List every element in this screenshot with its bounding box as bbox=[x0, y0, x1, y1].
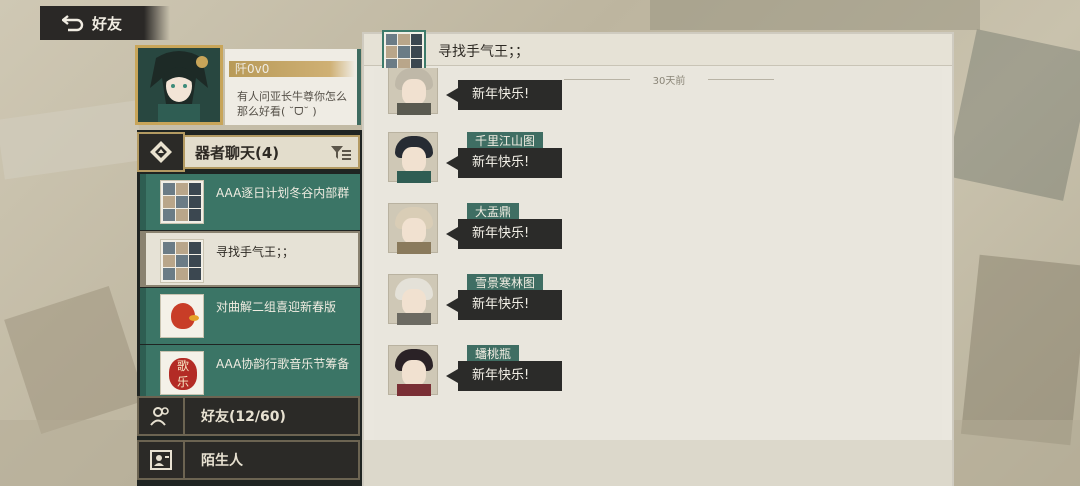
group-avatar bbox=[160, 239, 204, 283]
list-item[interactable]: 寻找手气王；； bbox=[140, 231, 360, 287]
strangers-nav-button[interactable]: 陌生人 bbox=[137, 440, 360, 480]
background-decoration bbox=[650, 0, 980, 30]
message-bubble: 新年快乐! bbox=[446, 361, 562, 391]
message-list[interactable]: 30天前 新年快乐! 千里江山图 新年快乐! 大盂鼎 新年快乐! 雪景寒林图 新… bbox=[374, 68, 942, 440]
background-decoration bbox=[0, 100, 144, 180]
message-bubble: 新年快乐! bbox=[446, 290, 562, 320]
avatar[interactable] bbox=[388, 274, 438, 325]
chat-footer bbox=[364, 440, 952, 486]
stranger-card-icon bbox=[139, 442, 185, 478]
chat-message: 雪景寒林图 新年快乐! bbox=[388, 274, 688, 326]
profile-signature: 有人问亚长牛尊你怎么那么好看( ˘ᗜ˘ ) bbox=[237, 90, 347, 118]
category-label: 器者聊天(4) bbox=[195, 143, 280, 162]
back-arrow-icon bbox=[62, 15, 84, 32]
list-item[interactable]: AAA逐日计划冬谷内部群 bbox=[140, 174, 360, 230]
avatar[interactable] bbox=[135, 45, 223, 125]
friends-nav-button[interactable]: 好友(12/60) bbox=[137, 396, 360, 436]
chat-panel: 寻找手气王；； 30天前 新年快乐! 千里江山图 新年快乐! 大盂鼎 新年快乐!… bbox=[362, 30, 954, 486]
friends-label: 好友(12/60) bbox=[201, 409, 286, 425]
avatar[interactable] bbox=[388, 203, 438, 254]
list-item[interactable]: 歌 乐 AAA协韵行歌音乐节筹备 bbox=[140, 345, 360, 401]
list-item[interactable]: 对曲解二组喜迎新春版 bbox=[140, 288, 360, 344]
lantern-icon: 歌 乐 bbox=[160, 351, 204, 395]
profile-card[interactable]: 阡0v0 有人问亚长牛尊你怎么那么好看( ˘ᗜ˘ ) bbox=[135, 45, 361, 125]
filter-icon[interactable] bbox=[330, 144, 352, 162]
back-button[interactable]: 好友 bbox=[40, 6, 170, 40]
profile-info: 阡0v0 有人问亚长牛尊你怎么那么好看( ˘ᗜ˘ ) bbox=[225, 49, 361, 125]
background-decoration bbox=[4, 285, 146, 435]
lantern-text: 歌 乐 bbox=[169, 358, 197, 390]
message-bubble: 新年快乐! bbox=[446, 80, 562, 110]
category-title-box: 器者聊天(4) bbox=[185, 135, 360, 169]
group-name: AAA协韵行歌音乐节筹备 bbox=[216, 357, 350, 371]
background-decoration bbox=[945, 29, 1080, 201]
group-name: 对曲解二组喜迎新春版 bbox=[216, 300, 337, 314]
category-chat-header[interactable]: 器者聊天(4) bbox=[137, 132, 360, 172]
group-name: 寻找手气王；； bbox=[216, 245, 295, 259]
back-label: 好友 bbox=[92, 14, 123, 33]
group-list: AAA逐日计划冬谷内部群 寻找手气王；； 对曲解二组喜迎新春版 歌 乐 AAA协… bbox=[140, 174, 360, 402]
message-bubble: 新年快乐! bbox=[446, 219, 562, 249]
chat-category-icon bbox=[137, 132, 185, 172]
avatar[interactable] bbox=[388, 345, 438, 396]
message-bubble: 新年快乐! bbox=[446, 148, 562, 178]
chat-header: 寻找手气王；； bbox=[364, 30, 952, 74]
avatar[interactable] bbox=[388, 68, 438, 115]
group-avatar bbox=[160, 180, 204, 224]
group-name: AAA逐日计划冬谷内部群 bbox=[216, 186, 350, 200]
red-duck-icon bbox=[160, 294, 204, 338]
chat-title: 寻找手气王；； bbox=[438, 44, 529, 60]
chat-message: 大盂鼎 新年快乐! bbox=[388, 203, 688, 255]
chat-message: 蟠桃瓶 新年快乐! bbox=[388, 345, 688, 397]
avatar[interactable] bbox=[388, 132, 438, 183]
chat-message: 千里江山图 新年快乐! bbox=[388, 132, 688, 184]
friends-icon bbox=[139, 398, 185, 434]
strangers-label: 陌生人 bbox=[201, 453, 243, 469]
profile-name: 阡0v0 bbox=[229, 61, 355, 77]
background-decoration bbox=[960, 254, 1080, 446]
chat-message: 新年快乐! bbox=[388, 68, 688, 116]
avatar-portrait bbox=[138, 48, 220, 122]
